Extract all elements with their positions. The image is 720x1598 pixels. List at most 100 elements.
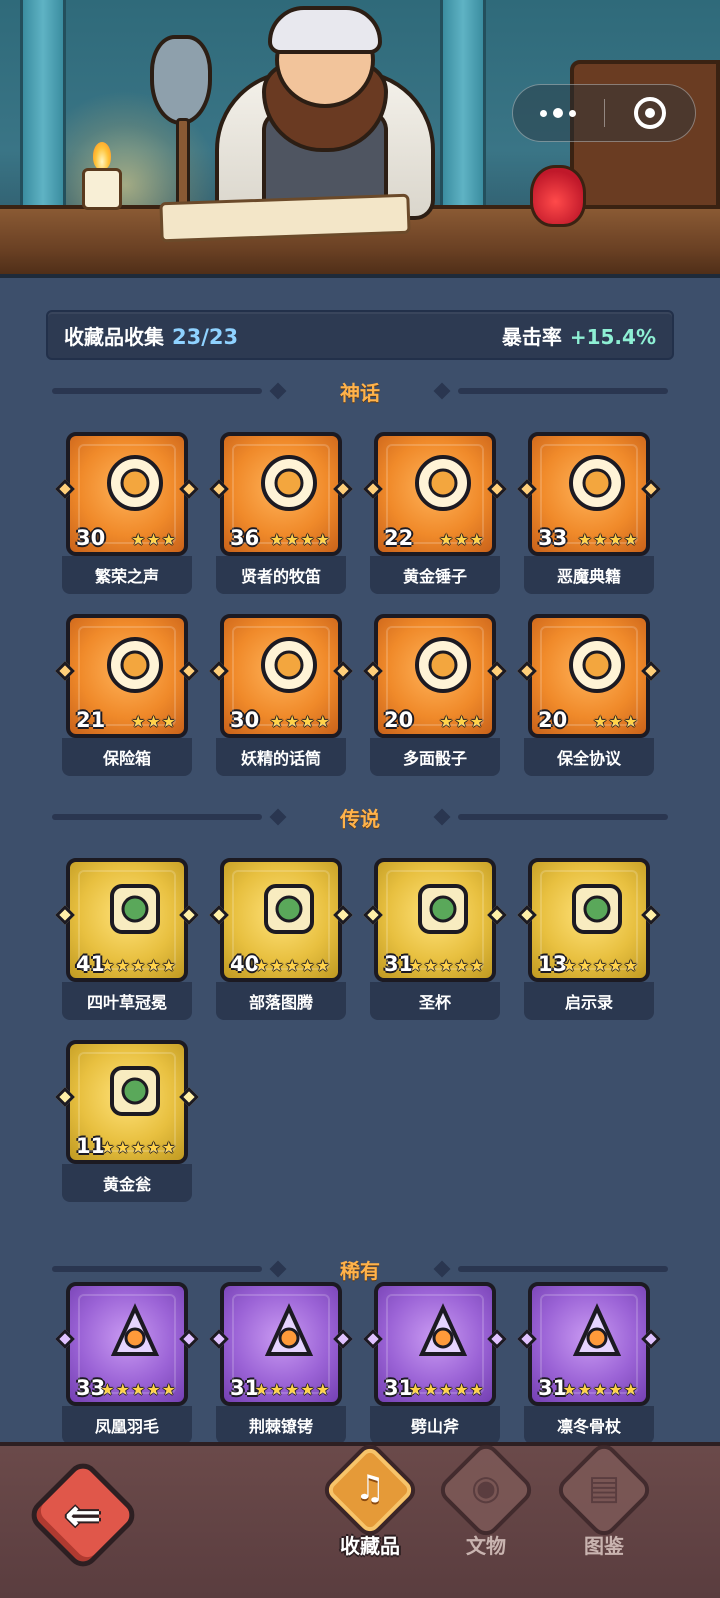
dot-icon	[569, 109, 577, 117]
item-level: 22	[384, 526, 414, 550]
more-menu-button[interactable]	[513, 84, 604, 142]
winter-bone-staff-icon	[564, 1300, 630, 1366]
bottom-nav: ⇐ ♫ 收藏品 ◉ 文物 ▤ 图鉴	[0, 1439, 720, 1598]
item-level: 21	[76, 708, 106, 732]
item-level: 36	[230, 526, 260, 550]
collectible-card[interactable]: 40 ★ ★ ★ ★ ★ 部落图腾	[209, 858, 353, 1020]
item-level: 30	[230, 708, 260, 732]
section-header-mythic: 神话	[52, 376, 668, 406]
collectible-card[interactable]: 20 ★ ★ ★ 多面骰子	[363, 614, 507, 776]
item-name: 恶魔典籍	[524, 556, 654, 594]
book-icon: ▤	[587, 1468, 621, 1508]
star-icon: ★	[115, 1138, 130, 1157]
star-icon: ★	[438, 1380, 454, 1399]
treasure-chest-icon	[102, 632, 168, 698]
card-frame: 22 ★ ★ ★	[374, 432, 496, 556]
card-frame: 31 ★ ★ ★ ★ ★	[220, 1282, 342, 1406]
card-frame: 11 ★ ★ ★ ★ ★	[66, 1040, 188, 1164]
blue-orb-icon	[102, 450, 168, 516]
star-icon: ★	[146, 1380, 161, 1399]
crit-rate: 暴击率 +15.4%	[502, 321, 656, 350]
collection-summary: 收藏品收集 23/23 暴击率 +15.4%	[46, 310, 674, 360]
collectible-card[interactable]: 22 ★ ★ ★ 黄金锤子	[363, 432, 507, 594]
card-frame: 31 ★ ★ ★ ★ ★	[374, 1282, 496, 1406]
item-level: 20	[538, 708, 568, 732]
star-icon: ★	[100, 956, 115, 975]
item-name: 保全协议	[524, 738, 654, 776]
star-icon: ★	[608, 956, 623, 975]
item-name: 荆棘镣铐	[216, 1406, 346, 1444]
star-icon: ★	[300, 956, 315, 975]
dwarf-hair	[268, 6, 382, 54]
collectible-card[interactable]: 11 ★ ★ ★ ★ ★ 黄金瓮	[55, 1040, 199, 1202]
item-name: 启示录	[524, 982, 654, 1020]
item-level: 20	[384, 708, 414, 732]
collectible-card[interactable]: 41 ★ ★ ★ ★ ★ 四叶草冠冕	[55, 858, 199, 1020]
star-icon: ★	[469, 1380, 484, 1399]
candle-flame-icon	[93, 142, 111, 170]
item-name: 劈山斧	[370, 1406, 500, 1444]
collectible-card[interactable]: 33 ★ ★ ★ ★ 恶魔典籍	[517, 432, 661, 594]
collectible-card[interactable]: 30 ★ ★ ★ 繁荣之声	[55, 432, 199, 594]
collectible-card[interactable]: 36 ★ ★ ★ ★ 贤者的牧笛	[209, 432, 353, 594]
tab-collectibles[interactable]: ♫ 收藏品	[319, 1439, 421, 1594]
star-icon: ★	[562, 1380, 577, 1399]
star-icon: ★	[254, 956, 269, 975]
star-icon: ★	[269, 1380, 284, 1399]
candle-icon	[82, 168, 122, 210]
star-icon: ★	[130, 1138, 146, 1157]
star-rating: ★ ★ ★	[439, 532, 484, 548]
card-frame: 30 ★ ★ ★ ★	[220, 614, 342, 738]
star-icon: ★	[408, 956, 423, 975]
star-icon: ★	[161, 956, 176, 975]
collectible-card[interactable]: 31 ★ ★ ★ ★ ★ 凛冬骨杖	[517, 1282, 661, 1444]
collectible-card[interactable]: 20 ★ ★ ★ 保全协议	[517, 614, 661, 776]
collectible-card[interactable]: 30 ★ ★ ★ ★ 妖精的话筒	[209, 614, 353, 776]
tab-label: 收藏品	[340, 1534, 400, 1558]
star-icon: ★	[608, 1380, 623, 1399]
collectible-card[interactable]: 31 ★ ★ ★ ★ ★ 圣杯	[363, 858, 507, 1020]
star-icon: ★	[438, 530, 454, 549]
card-frame: 41 ★ ★ ★ ★ ★	[66, 858, 188, 982]
card-frame: 36 ★ ★ ★ ★	[220, 432, 342, 556]
star-icon: ★	[562, 956, 577, 975]
back-arrow-icon[interactable]: ⇐	[50, 1484, 116, 1546]
star-icon: ★	[577, 956, 592, 975]
star-icon: ★	[469, 956, 484, 975]
revelation-book-icon	[564, 876, 630, 942]
star-rating: ★ ★ ★ ★	[270, 532, 330, 548]
polyhedral-dice-icon	[410, 632, 476, 698]
star-icon: ★	[608, 530, 623, 549]
star-icon: ★	[592, 712, 608, 731]
tab-relics[interactable]: ◉ 文物	[435, 1439, 537, 1594]
star-icon: ★	[423, 956, 438, 975]
star-icon: ★	[254, 1380, 269, 1399]
collectible-card[interactable]: 21 ★ ★ ★ 保险箱	[55, 614, 199, 776]
golden-hammer-icon	[410, 450, 476, 516]
shovel-icon	[150, 35, 212, 125]
star-icon: ★	[130, 712, 146, 731]
star-icon: ★	[161, 712, 176, 731]
star-icon: ★	[100, 1138, 115, 1157]
stone-pillar	[20, 0, 66, 215]
tab-codex[interactable]: ▤ 图鉴	[553, 1439, 655, 1594]
star-icon: ★	[608, 712, 623, 731]
star-icon: ★	[315, 1380, 330, 1399]
item-name: 圣杯	[370, 982, 500, 1020]
collectible-card[interactable]: 31 ★ ★ ★ ★ ★ 劈山斧	[363, 1282, 507, 1444]
item-name: 繁荣之声	[62, 556, 192, 594]
item-name: 保险箱	[62, 738, 192, 776]
collectible-card[interactable]: 13 ★ ★ ★ ★ ★ 启示录	[517, 858, 661, 1020]
item-level: 33	[538, 526, 568, 550]
collectible-card[interactable]: 31 ★ ★ ★ ★ ★ 荆棘镣铐	[209, 1282, 353, 1444]
star-icon: ★	[161, 530, 176, 549]
close-miniprogram-button[interactable]	[605, 84, 696, 142]
star-icon: ★	[623, 956, 638, 975]
miniprogram-capsule	[512, 84, 696, 142]
demon-book-icon	[564, 450, 630, 516]
thorn-shackles-icon	[256, 1300, 322, 1366]
star-icon: ★	[592, 1380, 608, 1399]
card-frame: 30 ★ ★ ★	[66, 432, 188, 556]
star-icon: ★	[115, 1380, 130, 1399]
collectible-card[interactable]: 33 ★ ★ ★ ★ ★ 凤凰羽毛	[55, 1282, 199, 1444]
